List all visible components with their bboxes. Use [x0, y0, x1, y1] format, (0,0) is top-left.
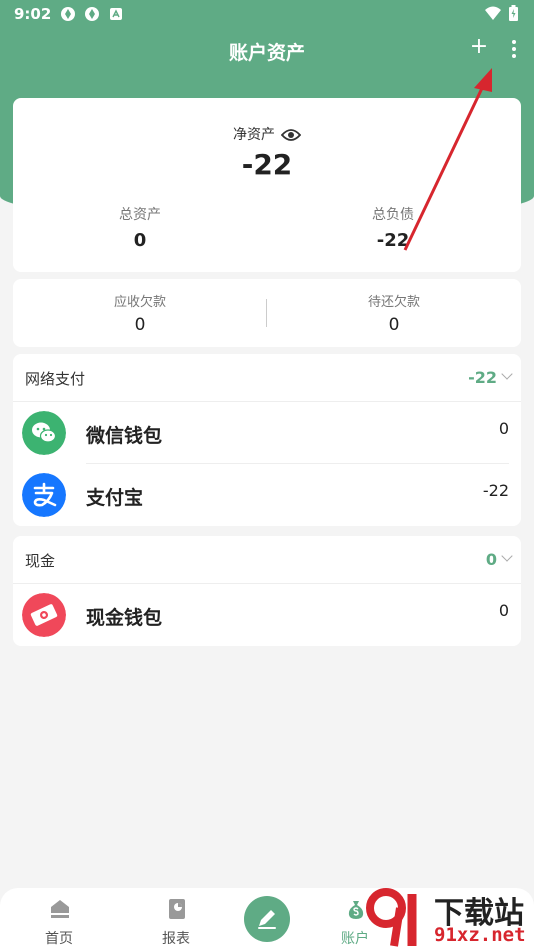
add-record-button[interactable]: [244, 896, 290, 942]
tab-report[interactable]: 报表: [131, 888, 221, 950]
watermark-url: 91xz.net: [434, 924, 526, 946]
report-icon: [169, 899, 185, 919]
home-icon: [51, 900, 69, 918]
tab-label: 报表: [162, 931, 190, 947]
tab-label: 首页: [45, 931, 73, 947]
site-watermark: 下载站 91xz.net: [362, 884, 534, 950]
watermark-logo-icon: [366, 888, 417, 947]
edit-icon: [258, 910, 276, 929]
tab-home[interactable]: 首页: [14, 888, 104, 950]
annotation-arrow: [403, 68, 492, 251]
